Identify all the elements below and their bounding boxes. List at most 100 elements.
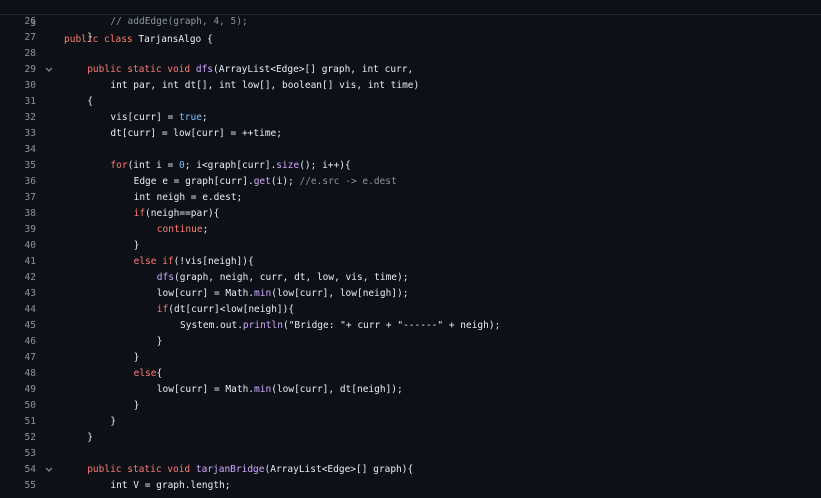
chevron-down-icon[interactable] [44, 62, 54, 78]
code-line[interactable]: 29 public static void dfs(ArrayList<Edge>… [0, 62, 821, 78]
code-text: } [157, 334, 163, 350]
code-token: dfs [195, 64, 214, 75]
code-text: { [87, 94, 93, 110]
code-token: min [254, 384, 272, 395]
code-token: (!vis[neigh]){ [173, 256, 254, 267]
code-token: tarjanBridge [195, 464, 265, 475]
line-number: 3 [30, 18, 36, 29]
code-text: Edge e = graph[curr].get(i); //e.src -> … [134, 174, 397, 190]
code-token: ; [202, 224, 209, 235]
line-number: 51 [24, 416, 36, 427]
code-token: (low[curr], low[neigh]); [271, 288, 409, 299]
code-line[interactable]: 26// addEdge(graph, 4, 5); [0, 14, 821, 30]
line-number: 48 [24, 368, 36, 379]
code-line[interactable]: 44 if(dt[curr]<low[neigh]){ [0, 302, 821, 318]
code-token: (ArrayList<Edge>[] graph, int curr, [213, 64, 414, 75]
code-token: (); i++){ [299, 160, 351, 171]
code-line[interactable]: 52} [0, 430, 821, 446]
code-line[interactable]: 36 Edge e = graph[curr].get(i); //e.src -… [0, 174, 821, 190]
line-number: 32 [24, 112, 36, 123]
code-text: public static void dfs(ArrayList<Edge>[]… [87, 62, 413, 78]
code-token: else [133, 368, 157, 379]
line-number: 30 [24, 80, 36, 91]
code-token: Edge e = graph[curr]. [133, 176, 254, 187]
code-line[interactable]: 28 [0, 46, 821, 62]
line-number: 31 [24, 96, 36, 107]
code-token: for [110, 160, 128, 171]
chevron-down-icon[interactable] [44, 462, 54, 478]
code-token: ; i<graph[curr]. [184, 160, 277, 171]
code-text: public static void tarjanBridge(ArrayLis… [87, 462, 413, 478]
code-text: int par, int dt[], int low[], boolean[] … [110, 78, 419, 94]
line-number: 53 [24, 448, 36, 459]
code-token: public static void [87, 464, 196, 475]
code-token: // addEdge(graph, 4, 5); [110, 16, 248, 27]
code-text: int neigh = e.dest; [134, 190, 243, 206]
code-token: TarjansAlgo { [138, 34, 213, 45]
code-token: (ArrayList<Edge>[] graph){ [264, 464, 414, 475]
sticky-scroll-header[interactable]: 3 public class TarjansAlgo { [0, 0, 821, 45]
code-line[interactable]: 32 vis[curr] = true; [0, 110, 821, 126]
code-line[interactable]: 43 low[curr] = Math.min(low[curr], low[ne… [0, 286, 821, 302]
code-line[interactable]: 34 [0, 142, 821, 158]
code-token: (int i = [127, 160, 180, 171]
line-number: 46 [24, 336, 36, 347]
code-token: (neigh==par){ [145, 208, 220, 219]
code-line[interactable]: 38 if(neigh==par){ [0, 206, 821, 222]
code-text: if(neigh==par){ [134, 206, 220, 222]
code-editor[interactable]: 3 public class TarjansAlgo { 26// addEdg… [0, 0, 821, 498]
code-line[interactable]: 31 { [0, 94, 821, 110]
code-line[interactable]: 49 low[curr] = Math.min(low[curr], dt[nei… [0, 382, 821, 398]
code-token: int V = graph.length; [110, 480, 231, 491]
code-line[interactable]: 50} [0, 398, 821, 414]
code-token: } [133, 400, 140, 411]
code-token: ("Bridge: "+ curr + "------" + neigh); [282, 320, 501, 331]
code-line[interactable]: 48 else{ [0, 366, 821, 382]
code-token: dt[curr] = low[curr] = ++time; [110, 128, 282, 139]
code-line[interactable]: 40} [0, 238, 821, 254]
code-token: public static void [87, 64, 196, 75]
code-text: System.out.println("Bridge: "+ curr + "-… [180, 318, 500, 334]
line-number: 45 [24, 320, 36, 331]
code-token: int par, int dt[], int low[], boolean[] … [110, 80, 420, 91]
code-line[interactable]: 42 dfs(graph, neigh, curr, dt, low, vis, … [0, 270, 821, 286]
code-line[interactable]: 33 dt[curr] = low[curr] = ++time; [0, 126, 821, 142]
line-number: 33 [24, 128, 36, 139]
code-token: //e.src -> e.dest [299, 176, 397, 187]
line-number: 50 [24, 400, 36, 411]
code-line[interactable]: 51} [0, 414, 821, 430]
code-line[interactable]: 53 [0, 446, 821, 462]
line-number: 44 [24, 304, 36, 315]
code-token: } [133, 240, 140, 251]
code-line[interactable]: 41 else if(!vis[neigh]){ [0, 254, 821, 270]
code-text: else if(!vis[neigh]){ [134, 254, 254, 270]
code-token: (i); [270, 176, 300, 187]
code-text: vis[curr] = true; [110, 110, 207, 126]
code-text: public class TarjansAlgo { [64, 32, 213, 48]
code-line[interactable]: 30 int par, int dt[], int low[], boolean[… [0, 78, 821, 94]
code-line[interactable]: 35 for(int i = 0; i<graph[curr].size(); i… [0, 158, 821, 174]
code-line[interactable]: 55 int V = graph.length; [0, 478, 821, 494]
code-line[interactable]: 47} [0, 350, 821, 366]
code-line[interactable]: 45 System.out.println("Bridge: "+ curr + … [0, 318, 821, 334]
code-line[interactable]: 46} [0, 334, 821, 350]
code-line[interactable]: 37 int neigh = e.dest; [0, 190, 821, 206]
code-text: int V = graph.length; [110, 478, 230, 494]
code-token: System.out. [180, 320, 243, 331]
code-token: min [254, 288, 272, 299]
code-token: int neigh = e.dest; [133, 192, 243, 203]
line-number: 38 [24, 208, 36, 219]
code-token: true [179, 112, 202, 123]
line-number: 36 [24, 176, 36, 187]
code-token: } [133, 352, 140, 363]
line-number: 39 [24, 224, 36, 235]
line-number: 40 [24, 240, 36, 251]
code-text: low[curr] = Math.min(low[curr], dt[neigh… [157, 382, 403, 398]
code-token: } [156, 336, 163, 347]
code-line[interactable]: 54 public static void tarjanBridge(ArrayL… [0, 462, 821, 478]
code-line[interactable]: 39 continue; [0, 222, 821, 238]
code-token: size [276, 160, 300, 171]
code-token: vis[curr] = [110, 112, 180, 123]
code-text: else{ [134, 366, 163, 382]
code-text: } [134, 238, 140, 254]
